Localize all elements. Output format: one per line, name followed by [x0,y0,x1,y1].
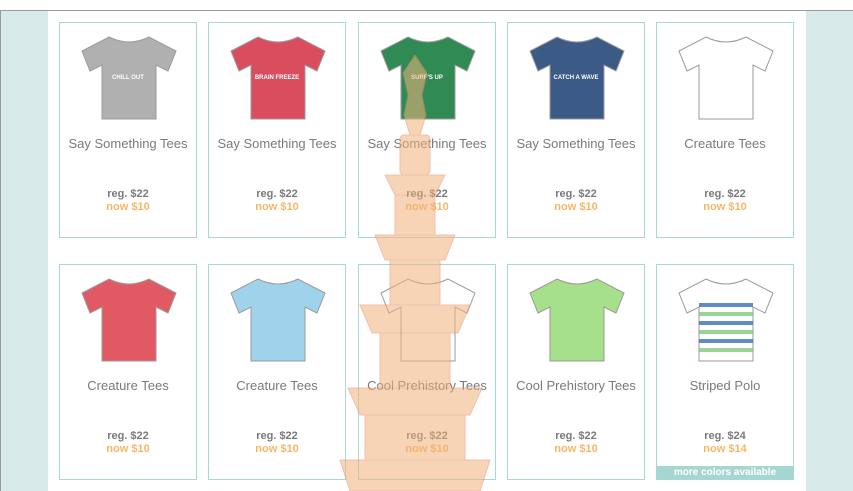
product-name[interactable]: Say Something Tees [359,136,495,151]
product-name[interactable]: Cool Prehistory Tees [508,378,644,393]
right-margin [806,11,853,491]
product-name[interactable]: Creature Tees [657,136,793,151]
regular-price: reg. $22 [256,430,298,442]
product-card[interactable]: Striped Polo reg. $24 now $14 more colors a… [656,264,794,480]
shirt-graphic-text: CHILL OUT [112,75,144,81]
regular-price: reg. $22 [406,188,448,200]
shirt-graphic-text: CATCH A WAVE [553,75,599,81]
regular-price: reg. $22 [256,188,298,200]
product-name[interactable]: Cool Prehistory Tees [359,378,495,393]
product-card[interactable]: Cool Prehistory Tees reg. $22 now $10 [358,264,496,480]
sale-price: now $10 [255,443,299,455]
product-card[interactable]: Creature Tees reg. $22 now $10 [208,264,346,480]
regular-price: reg. $24 [704,430,746,442]
sale-price: now $10 [255,201,299,213]
shirt-graphic-text: SURF'S UP [411,75,443,81]
product-name[interactable]: Striped Polo [657,378,793,393]
product-card[interactable]: BRAIN FREEZE Say Something Tees reg. $22 no… [208,22,346,238]
left-margin [1,11,48,491]
sale-price: now $10 [405,201,449,213]
sale-price: now $10 [106,201,150,213]
regular-price: reg. $22 [107,188,149,200]
sale-price: now $10 [405,443,449,455]
sale-price: now $10 [554,201,598,213]
tshirt-image [230,278,326,362]
product-card[interactable]: SURF'S UP Say Something Tees reg. $22 now $… [358,22,496,238]
tshirt-image [529,278,625,362]
tshirt-image [81,278,177,362]
regular-price: reg. $22 [704,188,746,200]
product-card[interactable]: CATCH A WAVE Say Something Tees reg. $22 no… [507,22,645,238]
sale-price: now $10 [106,443,150,455]
regular-price: reg. $22 [555,430,597,442]
product-card[interactable]: Creature Tees reg. $22 now $10 [656,22,794,238]
product-name[interactable]: Creature Tees [209,378,345,393]
product-card[interactable]: CHILL OUT Say Something Tees reg. $22 now $… [59,22,197,238]
product-name[interactable]: Say Something Tees [508,136,644,151]
product-name[interactable]: Say Something Tees [60,136,196,151]
regular-price: reg. $22 [406,430,448,442]
product-card[interactable]: Cool Prehistory Tees reg. $22 now $10 [507,264,645,480]
regular-price: reg. $22 [107,430,149,442]
sale-price: now $14 [703,443,747,455]
shirt-graphic-text: BRAIN FREEZE [254,75,300,81]
sale-price: now $10 [703,201,747,213]
product-grid: CHILL OUT Say Something Tees reg. $22 now $… [48,11,806,491]
regular-price: reg. $22 [555,188,597,200]
sale-price: now $10 [554,443,598,455]
product-name[interactable]: Creature Tees [60,378,196,393]
more-colors-link[interactable]: more colors available [657,466,793,479]
tshirt-image [678,36,774,120]
product-card[interactable]: Creature Tees reg. $22 now $10 [59,264,197,480]
product-name[interactable]: Say Something Tees [209,136,345,151]
tshirt-image [380,278,476,362]
tshirt-image [678,278,774,362]
